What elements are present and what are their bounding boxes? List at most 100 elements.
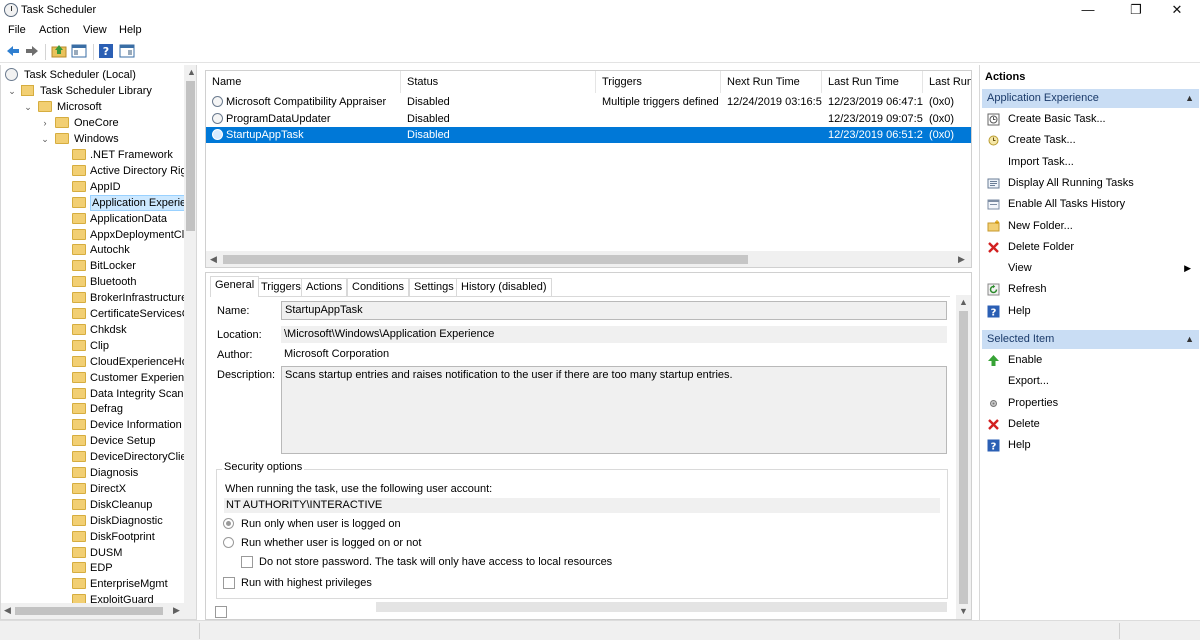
folder-icon [72,530,86,542]
scroll-up-icon[interactable]: ▲ [187,67,196,77]
tree-item-label: Active Directory Rig [90,164,187,177]
action-help[interactable]: ? Help [985,435,1195,455]
column-header-last-run-result[interactable]: Last Run [923,71,971,93]
run-whether-logged-on-radio[interactable] [223,537,234,548]
restore-button[interactable]: ❐ [1113,0,1159,21]
folder-icon [72,403,86,415]
do-not-store-password-label[interactable]: Do not store password. The task will onl… [259,556,612,568]
tree-item-label: Data Integrity Scan [90,387,184,400]
tab-conditions[interactable]: Conditions [347,278,409,296]
section-selected-item[interactable]: Selected Item ▲ [982,330,1199,349]
location-field[interactable]: \Microsoft\Windows\Application Experienc… [281,326,947,343]
scroll-thumb[interactable] [186,81,195,231]
description-field[interactable]: Scans startup entries and raises notific… [281,366,947,454]
task-cell-name: ProgramDataUpdater [226,112,331,125]
tab-settings[interactable]: Settings [409,278,459,296]
action-delete[interactable]: Delete [985,414,1195,434]
tab-actions[interactable]: Actions [301,278,348,296]
action-help[interactable]: ? Help [985,301,1195,321]
show-hide-console-tree-icon[interactable] [71,43,87,59]
detail-vertical-scrollbar[interactable]: ▲ ▼ [956,295,971,619]
action-display-all-running-tasks[interactable]: Display All Running Tasks [985,173,1195,193]
tab-general[interactable]: General [210,276,260,297]
folder-icon [72,244,86,256]
action-create-basic-task[interactable]: Create Basic Task... [985,109,1195,129]
forward-arrow-icon[interactable] [24,43,40,59]
chevron-right-icon[interactable]: › [40,115,50,131]
collapse-icon[interactable]: ▲ [1185,330,1194,349]
scroll-right-icon[interactable]: ▶ [173,605,180,616]
configure-for-field[interactable] [376,602,947,612]
task-row[interactable]: ProgramDataUpdater Disabled 12/23/2019 09:… [206,111,971,127]
run-highest-privileges-label[interactable]: Run with highest privileges [241,577,372,589]
delete-icon [987,241,1000,254]
section-application-experience[interactable]: Application Experience ▲ [982,89,1199,108]
action-refresh[interactable]: Refresh [985,279,1195,299]
user-account-field[interactable]: NT AUTHORITY\INTERACTIVE [224,498,940,513]
folder-icon [72,419,86,431]
task-cell-last: 12/23/2019 06:47:11 [828,96,923,108]
tab-history[interactable]: History (disabled) [456,278,552,296]
task-row[interactable]: Microsoft Compatibility Appraiser Disable… [206,94,971,110]
column-header-next-run[interactable]: Next Run Time [721,71,822,93]
column-header-name[interactable]: Name [206,71,401,93]
back-arrow-icon[interactable] [5,43,21,59]
tree-vertical-scrollbar[interactable]: ▲ [184,65,196,603]
column-header-last-run-time[interactable]: Last Run Time [822,71,923,93]
task-cell-last: 12/23/2019 09:07:52 [828,112,923,125]
action-label: Help [1008,304,1031,317]
status-segment [200,623,1120,639]
submenu-arrow-icon: ▶ [1184,263,1191,274]
svg-text:?: ? [103,45,109,58]
scroll-up-icon[interactable]: ▲ [959,297,968,307]
run-only-logged-on-radio[interactable] [223,518,234,529]
scroll-left-icon[interactable]: ◀ [210,254,217,265]
tab-triggers[interactable]: Triggers [256,278,306,296]
scroll-right-icon[interactable]: ▶ [958,254,965,265]
scroll-down-icon[interactable]: ▼ [959,606,968,616]
action-enable-all-tasks-history[interactable]: Enable All Tasks History [985,194,1195,214]
tree-horizontal-scrollbar[interactable]: ◀ ▶ [1,603,196,619]
menu-help[interactable]: Help [119,24,142,36]
run-highest-privileges-checkbox[interactable] [223,577,235,589]
run-whether-logged-on-label[interactable]: Run whether user is logged on or not [241,537,421,549]
collapse-icon[interactable]: ▲ [1185,89,1194,108]
action-import-task[interactable]: Import Task... [985,152,1195,172]
action-enable[interactable]: Enable [985,350,1195,370]
action-view[interactable]: View ▶ [985,258,1195,278]
action-delete-folder[interactable]: Delete Folder [985,237,1195,257]
minimize-button[interactable]: — [1065,0,1111,21]
menu-view[interactable]: View [83,24,107,36]
action-properties[interactable]: Properties [985,393,1195,413]
action-create-task[interactable]: Create Task... [985,130,1195,150]
author-field[interactable]: Microsoft Corporation [281,346,947,363]
task-row[interactable]: StartupAppTask Disabled 12/23/2019 06:51:2… [206,127,971,143]
chevron-down-icon[interactable]: ⌄ [40,131,50,147]
name-field[interactable]: StartupAppTask [281,301,947,320]
menu-action[interactable]: Action [39,24,70,36]
up-folder-icon[interactable] [51,43,67,59]
folder-icon [72,562,86,574]
action-export[interactable]: Export... [985,371,1195,391]
column-header-status[interactable]: Status [401,71,596,93]
hidden-checkbox[interactable] [215,606,227,618]
scroll-thumb[interactable] [959,311,968,604]
task-cell-status: Disabled [407,96,450,108]
task-list-horizontal-scrollbar[interactable]: ◀ ▶ [206,251,971,267]
chevron-down-icon[interactable]: ⌄ [23,99,33,115]
folder-icon [72,292,86,304]
do-not-store-password-checkbox[interactable] [241,556,253,568]
column-header-triggers[interactable]: Triggers [596,71,721,93]
action-label: Delete [1008,417,1040,430]
chevron-down-icon[interactable]: ⌄ [7,83,17,99]
scroll-thumb[interactable] [223,255,748,264]
scroll-left-icon[interactable]: ◀ [4,605,11,616]
show-hide-action-pane-icon[interactable] [119,43,135,59]
menu-file[interactable]: File [8,24,26,36]
help-icon[interactable]: ? [98,43,114,59]
run-only-logged-on-label[interactable]: Run only when user is logged on [241,518,401,530]
close-button[interactable]: ✕ [1154,0,1200,21]
action-label: Import Task... [1008,155,1074,168]
action-new-folder[interactable]: New Folder... [985,216,1195,236]
scroll-thumb[interactable] [15,607,163,615]
